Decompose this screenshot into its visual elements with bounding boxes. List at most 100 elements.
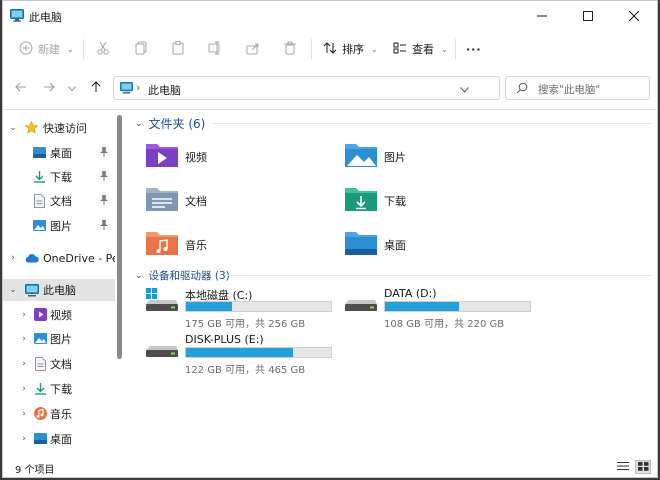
star-icon [24, 120, 39, 137]
music-folder-icon [145, 228, 179, 259]
breadcrumb-location[interactable]: 此电脑 [148, 82, 181, 98]
minimize-button[interactable] [519, 1, 565, 31]
plus-circle-icon [19, 41, 33, 58]
scissors-icon [96, 41, 110, 58]
download-icon [34, 382, 47, 398]
nav-label: 图片 [50, 220, 72, 233]
search-box[interactable]: 搜索"此电脑" [505, 76, 650, 100]
nav-pc-documents[interactable]: › 文档 [3, 353, 115, 375]
drive-name: DISK-PLUS (E:) [185, 333, 264, 346]
forward-button[interactable] [38, 77, 60, 99]
address-row: › 此电脑 搜索"此电脑" [3, 67, 657, 110]
folder-pictures[interactable]: 图片 [344, 140, 406, 171]
nav-this-pc[interactable]: ⌄ 此电脑 [3, 279, 115, 301]
more-options-button[interactable]: ··· [466, 37, 482, 61]
folder-downloads[interactable]: 下载 [344, 184, 406, 215]
nav-label: 视频 [50, 309, 72, 322]
drive-usage-bar [185, 301, 332, 312]
maximize-button[interactable] [565, 1, 611, 31]
nav-quick-downloads[interactable]: 下载 [3, 166, 115, 188]
nav-quick-access[interactable]: ⌄ 快速访问 [3, 117, 115, 139]
pin-icon [100, 195, 108, 208]
rename-button[interactable] [208, 37, 222, 61]
drive-c[interactable]: 本地磁盘 (C:) 175 GB 可用，共 256 GB [145, 287, 335, 330]
rename-icon [208, 41, 222, 58]
details-view-button[interactable] [615, 460, 631, 474]
back-button[interactable] [10, 77, 32, 99]
chevron-down-icon: ⌄ [371, 44, 378, 54]
nav-quick-pictures[interactable]: 图片 [3, 215, 115, 237]
nav-scrollbar[interactable] [117, 115, 122, 359]
tiles-view-button[interactable] [635, 460, 651, 474]
address-bar[interactable]: › 此电脑 [113, 76, 528, 100]
tiles-view-icon [637, 461, 649, 474]
status-bar: 9 个项目 [3, 456, 657, 477]
nav-pc-videos[interactable]: › 视频 [3, 304, 115, 326]
drive-space: 175 GB 可用，共 256 GB [185, 319, 306, 330]
paste-button[interactable] [171, 37, 185, 61]
chevron-down-icon[interactable]: ⌄ [8, 123, 18, 133]
nav-pc-music[interactable]: › 音乐 [3, 403, 115, 425]
chevron-right-icon[interactable]: › [19, 434, 29, 444]
windows-drive-icon [145, 287, 179, 318]
folder-label: 下载 [384, 195, 406, 208]
drive-usage-bar [185, 347, 332, 358]
chevron-down-icon[interactable]: ⌄ [8, 285, 18, 295]
folder-videos[interactable]: 视频 [145, 140, 207, 171]
cut-button[interactable] [96, 37, 110, 61]
sort-button[interactable]: 排序 ⌄ [323, 37, 378, 61]
recent-locations-button[interactable] [61, 77, 83, 99]
drive-usage-fill [186, 348, 294, 357]
chevron-down-icon[interactable]: ⌄ [135, 119, 143, 129]
drive-space: 108 GB 可用，共 220 GB [384, 319, 505, 330]
folder-label: 视频 [185, 151, 207, 164]
chevron-right-icon[interactable]: › [19, 359, 29, 369]
chevron-right-icon[interactable]: › [19, 409, 29, 419]
nav-label: 桌面 [50, 147, 72, 160]
video-icon [34, 308, 47, 324]
sort-icon [323, 41, 337, 58]
folder-desktop[interactable]: 桌面 [344, 228, 406, 259]
computer-icon [25, 284, 39, 300]
chevron-down-icon[interactable]: ⌄ [135, 271, 143, 281]
chevron-right-icon[interactable]: › [19, 384, 29, 394]
nav-onedrive[interactable]: › OneDrive - Pers [3, 247, 115, 269]
picture-icon [34, 333, 47, 347]
folder-documents[interactable]: 文档 [145, 184, 207, 215]
new-button[interactable]: 新建 ⌄ [19, 37, 74, 61]
nav-pc-desktop[interactable]: › 桌面 [3, 428, 115, 450]
chevron-down-icon[interactable] [460, 83, 469, 96]
share-button[interactable] [246, 37, 260, 61]
nav-pc-pictures[interactable]: › 图片 [3, 328, 115, 350]
copy-button[interactable] [134, 37, 148, 61]
chevron-right-icon[interactable]: › [19, 310, 29, 320]
copy-icon [134, 41, 148, 58]
folder-music[interactable]: 音乐 [145, 228, 207, 259]
hard-drive-icon [145, 333, 179, 364]
search-icon [516, 82, 528, 97]
nav-label: 图片 [50, 333, 72, 346]
folders-group-header[interactable]: ⌄ 文件夹 (6) [135, 115, 205, 132]
drive-e[interactable]: DISK-PLUS (E:) 122 GB 可用，共 465 GB [145, 333, 335, 376]
nav-pc-downloads[interactable]: › 下载 [3, 378, 115, 400]
delete-button[interactable] [283, 37, 297, 61]
nav-quick-documents[interactable]: 文档 [3, 190, 115, 212]
download-icon [33, 170, 46, 186]
content-pane: ⌄ 文件夹 (6) 视频 图片 文档 下载 音乐 桌面 ⌄ 设备和驱动器 (3)… [127, 110, 657, 456]
close-button[interactable] [611, 1, 657, 31]
view-button[interactable]: 查看 ⌄ [393, 37, 448, 61]
item-count: 9 个项目 [15, 465, 55, 476]
folder-label: 文档 [185, 195, 207, 208]
details-view-icon [617, 461, 629, 474]
drives-group-header[interactable]: ⌄ 设备和驱动器 (3) [135, 268, 230, 283]
picture-icon [33, 220, 46, 234]
nav-label: OneDrive - Pers [43, 251, 115, 265]
folder-label: 音乐 [185, 239, 207, 252]
nav-label: 下载 [50, 171, 72, 184]
chevron-right-icon[interactable]: › [19, 334, 29, 344]
up-button[interactable] [85, 77, 107, 99]
chevron-right-icon[interactable]: › [8, 253, 18, 263]
download-folder-icon [344, 184, 378, 215]
drive-d[interactable]: DATA (D:) 108 GB 可用，共 220 GB [344, 287, 534, 330]
nav-quick-desktop[interactable]: 桌面 [3, 142, 115, 164]
